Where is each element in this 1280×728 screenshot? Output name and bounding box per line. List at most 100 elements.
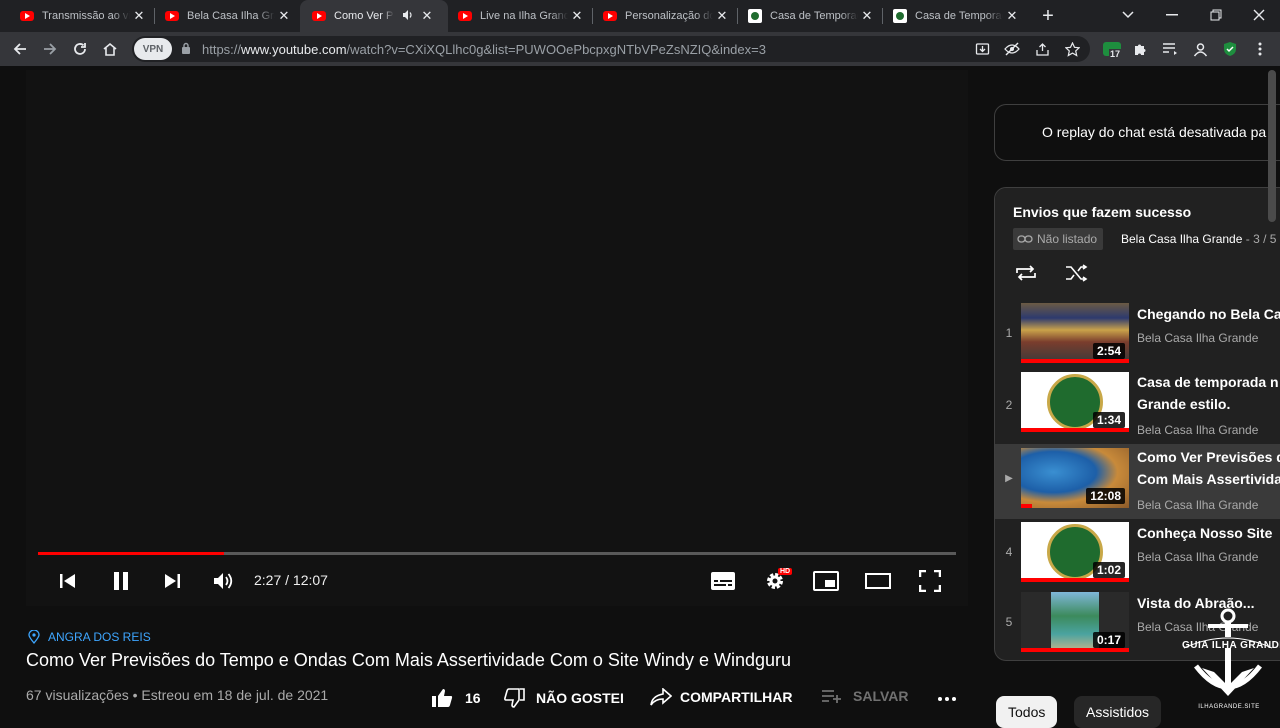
playlist-item-title: Chegando no Bela Ca <box>1137 306 1280 322</box>
install-app-icon[interactable] <box>970 37 994 61</box>
unlisted-badge: Não listado <box>1013 228 1104 250</box>
playlist-item-current[interactable]: ▶ 12:08 Como Ver Previsões d Com Mais As… <box>995 444 1280 519</box>
playlist-item-index: 4 <box>1005 545 1013 559</box>
browser-toolbar: VPN https://www.youtube.com/watch?v=CXiX… <box>0 32 1280 66</box>
eye-off-icon[interactable] <box>1000 37 1024 61</box>
extension-badge-count: 17 <box>1109 49 1122 59</box>
fullscreen-button[interactable] <box>915 566 945 596</box>
playlist-item-index: 2 <box>1005 398 1013 412</box>
miniplayer-button[interactable] <box>811 566 841 596</box>
guia-ilha-grande-logo: GUIA ILHA GRANDE ILHAGRANDE.SITE <box>1178 608 1280 720</box>
skip-previous-icon <box>60 574 75 588</box>
watched-progress <box>1021 648 1129 652</box>
pause-button[interactable] <box>106 566 136 596</box>
reload-button[interactable] <box>68 37 92 61</box>
close-icon[interactable]: ✕ <box>568 8 586 24</box>
tab-casa-temporada-2[interactable]: Casa de Temporada ✕ <box>883 0 1027 32</box>
playlist-item-channel: Bela Casa Ilha Grande <box>1137 550 1259 564</box>
close-window-button[interactable] <box>1247 3 1271 27</box>
watched-progress <box>1021 578 1129 582</box>
extension-badge-icon[interactable]: 17 <box>1100 37 1124 61</box>
playlist-thumbnail[interactable]: 0:17 <box>1021 592 1129 652</box>
browser-tab-strip: Transmissão ao vivo ✕ Bela Casa Ilha Gra… <box>0 0 1280 32</box>
tab-personalizacao[interactable]: Personalização do canal ✕ <box>593 0 737 32</box>
video-duration: 0:17 <box>1092 632 1125 648</box>
close-icon[interactable]: ✕ <box>858 8 876 24</box>
settings-button[interactable]: HD <box>760 566 793 596</box>
playlist-thumbnail[interactable]: 2:54 <box>1021 303 1129 363</box>
previous-button[interactable] <box>52 566 82 596</box>
home-button[interactable] <box>98 37 122 61</box>
logo-text-bottom: ILHAGRANDE.SITE <box>1198 704 1260 710</box>
loop-button[interactable] <box>1013 262 1039 284</box>
progress-fill <box>38 552 225 555</box>
more-actions-button[interactable] <box>937 696 957 702</box>
share-icon[interactable] <box>1030 37 1054 61</box>
view-count: 67 visualizações <box>26 687 129 703</box>
close-icon[interactable]: ✕ <box>275 8 293 24</box>
close-icon[interactable]: ✕ <box>418 8 436 24</box>
address-bar[interactable]: VPN https://www.youtube.com/watch?v=CXiX… <box>132 36 1090 62</box>
thumbs-down-icon <box>504 688 525 708</box>
theater-mode-button[interactable] <box>863 566 893 596</box>
save-label: SALVAR <box>853 688 909 704</box>
tab-como-ver-previsoes[interactable]: Como Ver Previsões ✕ <box>300 0 448 32</box>
minimize-button[interactable] <box>1160 3 1184 27</box>
subtitles-button[interactable] <box>708 566 738 596</box>
playlist-thumbnail[interactable]: 1:34 <box>1021 372 1129 432</box>
new-tab-button[interactable]: + <box>1036 4 1060 28</box>
reading-list-icon[interactable] <box>1158 37 1182 61</box>
shuffle-button[interactable] <box>1064 262 1090 284</box>
reload-icon <box>74 43 86 55</box>
shield-icon[interactable] <box>1218 37 1242 61</box>
youtube-icon <box>458 11 472 21</box>
tab-transmissao[interactable]: Transmissão ao vivo ✕ <box>2 0 154 32</box>
restore-button[interactable] <box>1204 3 1228 27</box>
playlist-item[interactable]: 2 1:34 Casa de temporada n Grande estilo… <box>995 368 1280 444</box>
playlist-title[interactable]: Envios que fazem sucesso <box>1013 204 1191 220</box>
fullscreen-icon <box>919 570 941 592</box>
progress-bar[interactable] <box>38 552 956 555</box>
playlist-item[interactable]: 4 1:02 Conheça Nosso Site Bela Casa Ilha… <box>995 519 1280 589</box>
tab-casa-temporada-1[interactable]: Casa de Temporada ✕ <box>738 0 882 32</box>
like-button[interactable]: 16 <box>431 688 481 708</box>
skip-next-icon <box>165 574 180 588</box>
subtitles-icon <box>711 572 735 590</box>
profile-icon[interactable] <box>1188 37 1212 61</box>
share-button[interactable]: COMPARTILHAR <box>650 688 793 706</box>
playlist-channel-name[interactable]: Bela Casa Ilha Grande <box>1121 232 1242 246</box>
location-link[interactable]: ANGRA DOS REIS <box>28 630 151 644</box>
tab-live-ilha-grande[interactable]: Live na Ilha Grande ✕ <box>448 0 592 32</box>
chat-replay-text: O replay do chat está desativada pa <box>1042 124 1267 140</box>
lock-icon[interactable] <box>181 42 191 60</box>
forward-button[interactable] <box>38 37 62 61</box>
chip-watched[interactable]: Assistidos <box>1074 696 1162 728</box>
playlist-item[interactable]: 1 2:54 Chegando no Bela Ca Bela Casa Ilh… <box>995 298 1280 368</box>
playlist-thumbnail[interactable]: 1:02 <box>1021 522 1129 582</box>
playlist-thumbnail[interactable]: 12:08 <box>1021 448 1129 508</box>
volume-button[interactable] <box>208 566 238 596</box>
playlist-item-title: Conheça Nosso Site <box>1137 525 1273 541</box>
speaker-icon[interactable] <box>402 9 418 24</box>
puzzle-icon[interactable] <box>1128 37 1152 61</box>
playlist-item-title: Como Ver Previsões d <box>1137 449 1280 465</box>
scrollbar-thumb[interactable] <box>1268 70 1276 222</box>
next-button[interactable] <box>158 566 188 596</box>
star-icon[interactable] <box>1060 37 1084 61</box>
close-icon[interactable]: ✕ <box>1003 8 1021 24</box>
save-button[interactable]: SALVAR <box>821 688 908 704</box>
back-button[interactable] <box>8 37 32 61</box>
tab-bela-casa[interactable]: Bela Casa Ilha Grande ✕ <box>155 0 299 32</box>
video-duration: 2:54 <box>1092 343 1125 359</box>
url-text[interactable]: https://www.youtube.com/watch?v=CXiXQLlh… <box>202 42 766 57</box>
video-player[interactable]: 2:27 / 12:07 HD <box>26 70 968 606</box>
arrow-left-icon <box>13 43 26 55</box>
tab-search-button[interactable] <box>1116 3 1140 27</box>
dislike-button[interactable]: NÃO GOSTEI <box>504 688 624 708</box>
more-vert-icon[interactable] <box>1248 37 1272 61</box>
close-icon[interactable]: ✕ <box>130 8 148 24</box>
vpn-button[interactable]: VPN <box>134 38 172 60</box>
close-icon[interactable]: ✕ <box>713 8 731 24</box>
url-domain: www.youtube.com <box>241 42 347 57</box>
chip-all[interactable]: Todos <box>996 696 1058 728</box>
